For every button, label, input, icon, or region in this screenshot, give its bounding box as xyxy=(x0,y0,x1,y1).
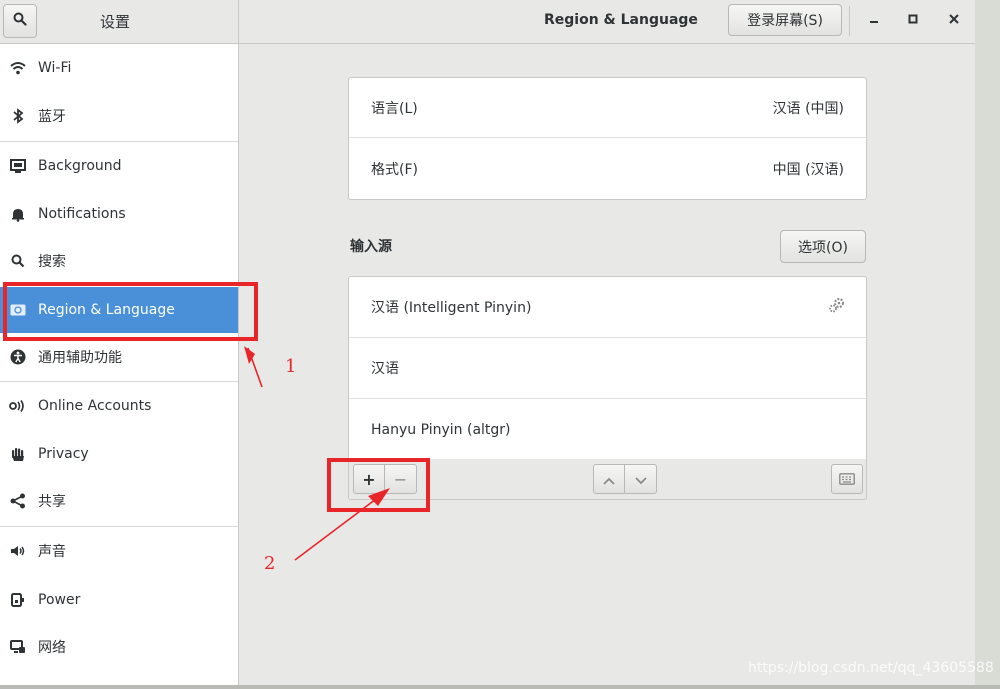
close-icon xyxy=(949,12,959,28)
minimize-icon xyxy=(869,12,879,28)
chevron-down-icon xyxy=(634,470,647,489)
sidebar-item-label: 搜索 xyxy=(38,254,66,270)
chevron-up-icon xyxy=(603,470,615,489)
bell-icon xyxy=(9,205,27,223)
annotation-label-2: 2 xyxy=(264,553,276,574)
annotation-label-1: 1 xyxy=(285,356,297,377)
sidebar-item-wifi[interactable]: Wi-Fi xyxy=(0,45,238,91)
sidebar-item-label: 声音 xyxy=(38,544,66,560)
wifi-icon xyxy=(9,59,27,77)
format-row[interactable]: 格式(F) 中国 (汉语) xyxy=(349,139,866,199)
search-button[interactable] xyxy=(3,4,37,38)
language-value: 汉语 (中国) xyxy=(772,100,844,117)
sidebar-item-power[interactable]: Power xyxy=(0,577,238,623)
desktop-background xyxy=(975,0,1000,689)
page-title: Region & Language xyxy=(544,12,698,28)
input-sources-list: 汉语 (Intelligent Pinyin) 汉语 Hanyu Pinyin … xyxy=(348,276,867,460)
sidebar-item-online-accounts[interactable]: Online Accounts xyxy=(0,383,238,429)
sidebar-item-label: 蓝牙 xyxy=(38,109,66,125)
input-source-row[interactable]: Hanyu Pinyin (altgr) xyxy=(349,399,866,460)
sidebar-item-share[interactable]: 共享 xyxy=(0,478,238,524)
input-source-row[interactable]: 汉语 (Intelligent Pinyin) xyxy=(349,277,866,338)
login-screen-button[interactable]: 登录屏幕(S) xyxy=(728,4,842,36)
maximize-icon xyxy=(908,12,918,28)
header-bar: 设置 Region & Language 登录屏幕(S) xyxy=(0,0,975,44)
sidebar-header: 设置 xyxy=(0,0,239,43)
bluetooth-icon xyxy=(9,107,27,125)
watermark: https://blog.csdn.net/qq_43605588 xyxy=(748,660,994,676)
sidebar-item-search[interactable]: 搜索 xyxy=(0,238,238,284)
input-source-row[interactable]: 汉语 xyxy=(349,338,866,399)
keyboard-layout-button[interactable] xyxy=(831,464,863,494)
sidebar-divider xyxy=(0,381,238,382)
search-icon xyxy=(9,252,27,270)
move-up-button[interactable] xyxy=(593,464,625,494)
language-row[interactable]: 语言(L) 汉语 (中国) xyxy=(349,78,866,138)
sidebar-item-background[interactable]: Background xyxy=(0,143,238,189)
sidebar-item-label: 共享 xyxy=(38,494,66,510)
format-value: 中国 (汉语) xyxy=(772,162,844,178)
share-icon xyxy=(9,492,27,510)
sidebar-item-label: Online Accounts xyxy=(38,398,152,414)
sidebar-divider xyxy=(0,526,238,527)
accessibility-icon xyxy=(9,348,27,366)
keyboard-icon xyxy=(839,470,855,489)
sidebar-item-label: 网络 xyxy=(38,640,66,656)
desktop-edge xyxy=(0,685,1000,689)
sidebar-item-network[interactable]: 网络 xyxy=(0,624,238,670)
sidebar-item-label: Privacy xyxy=(38,446,89,462)
move-down-button[interactable] xyxy=(625,464,657,494)
gears-icon[interactable] xyxy=(828,297,846,317)
options-button[interactable]: 选项(O) xyxy=(780,230,866,263)
sidebar: Wi-Fi 蓝牙 Background Notifications 搜索 Reg… xyxy=(0,44,239,685)
sidebar-item-notifications[interactable]: Notifications xyxy=(0,191,238,237)
annotation-box-region-language xyxy=(3,282,258,341)
sidebar-item-privacy[interactable]: Privacy xyxy=(0,431,238,477)
sidebar-item-label: Background xyxy=(38,158,122,174)
close-button[interactable] xyxy=(942,8,966,32)
annotation-arrows xyxy=(244,346,390,561)
online-accounts-icon xyxy=(9,397,27,415)
input-sources-title: 输入源 xyxy=(350,239,392,255)
background-icon xyxy=(9,157,27,175)
sidebar-item-label: Notifications xyxy=(38,206,126,222)
sidebar-item-label: 通用辅助功能 xyxy=(38,350,122,366)
maximize-button[interactable] xyxy=(901,8,925,32)
network-icon xyxy=(9,638,27,656)
input-source-label: 汉语 (Intelligent Pinyin) xyxy=(371,300,532,316)
search-icon xyxy=(13,12,27,30)
speaker-icon xyxy=(9,542,27,560)
sidebar-item-label: Wi-Fi xyxy=(38,60,72,76)
language-format-card: 语言(L) 汉语 (中国) 格式(F) 中国 (汉语) xyxy=(348,77,867,200)
settings-window: 设置 Region & Language 登录屏幕(S) Wi-Fi 蓝牙 Ba… xyxy=(0,0,975,685)
minimize-button[interactable] xyxy=(862,8,886,32)
privacy-hand-icon xyxy=(9,445,27,463)
header-separator xyxy=(849,6,850,36)
sidebar-title: 设置 xyxy=(100,13,131,31)
language-label: 语言(L) xyxy=(371,100,418,117)
sidebar-divider xyxy=(0,141,238,142)
sidebar-item-label: Power xyxy=(38,592,81,608)
power-icon xyxy=(9,591,27,609)
sidebar-item-sound[interactable]: 声音 xyxy=(0,528,238,574)
format-label: 格式(F) xyxy=(371,162,418,178)
sidebar-item-bluetooth[interactable]: 蓝牙 xyxy=(0,93,238,139)
